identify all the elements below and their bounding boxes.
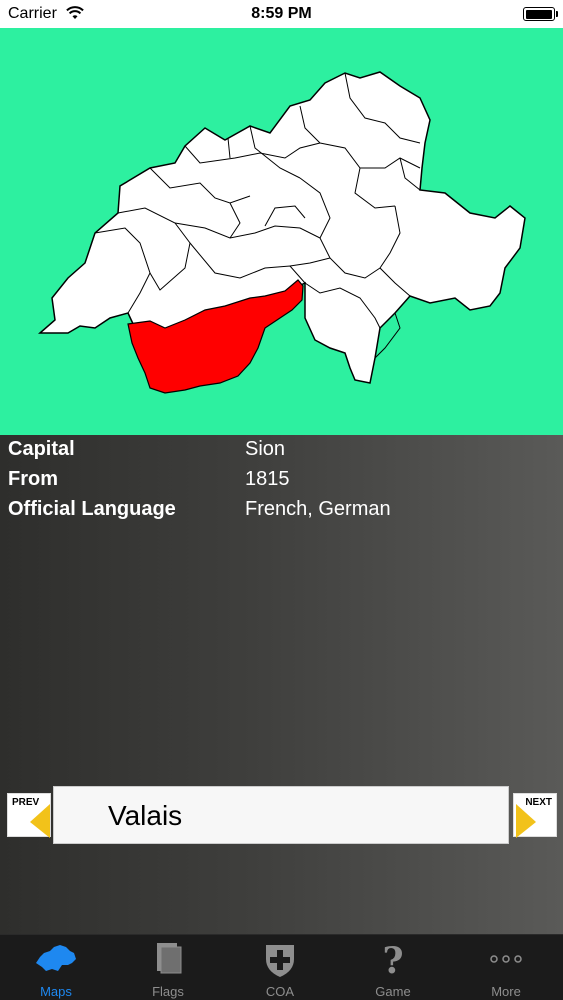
info-label: From	[8, 468, 58, 490]
tab-flags[interactable]: Flags	[112, 935, 224, 1000]
flags-book-icon	[112, 941, 224, 981]
info-row-language: Official Language French, German	[0, 495, 563, 525]
switzerland-outline	[37, 71, 526, 384]
info-label: Capital	[8, 438, 75, 460]
tab-label: COA	[265, 984, 295, 999]
tab-bar: Maps Flags COA ? Game More	[0, 934, 563, 1000]
canton-navigator: PREV Valais NEXT	[0, 786, 563, 844]
canton-name: Valais	[108, 800, 183, 831]
question-mark-icon: ?	[337, 941, 449, 981]
svg-text:?: ?	[382, 941, 403, 979]
info-value: French, German	[245, 498, 391, 520]
more-dots-icon	[450, 941, 562, 981]
info-value: 1815	[245, 468, 290, 490]
right-arrow-icon	[516, 804, 536, 838]
tab-game[interactable]: ? Game	[337, 935, 449, 1000]
info-row-capital: Capital Sion	[0, 435, 563, 465]
info-row-from: From 1815	[0, 465, 563, 495]
info-value: Sion	[245, 438, 286, 460]
tab-label: More	[491, 984, 521, 999]
canton-info-panel: Capital Sion From 1815 Official Language…	[0, 435, 563, 934]
clock: 8:59 PM	[251, 5, 312, 22]
left-arrow-icon	[30, 804, 50, 838]
canton-map[interactable]	[0, 28, 563, 435]
swiss-map-icon	[0, 941, 112, 981]
switzerland-map	[37, 71, 526, 394]
tab-label: Maps	[40, 984, 72, 999]
status-bar: Carrier 8:59 PM	[0, 0, 563, 28]
tab-coa[interactable]: COA	[224, 935, 336, 1000]
tab-more[interactable]: More	[450, 935, 562, 1000]
next-button[interactable]: NEXT	[513, 793, 557, 838]
tab-label: Game	[375, 984, 411, 999]
tab-label: Flags	[152, 984, 184, 999]
prev-button[interactable]: PREV	[7, 793, 51, 838]
coat-of-arms-icon	[224, 941, 336, 981]
tab-maps[interactable]: Maps	[0, 935, 112, 1000]
battery-icon	[523, 7, 558, 21]
info-label: Official Language	[8, 498, 176, 520]
canton-name-box: Valais	[53, 786, 509, 844]
